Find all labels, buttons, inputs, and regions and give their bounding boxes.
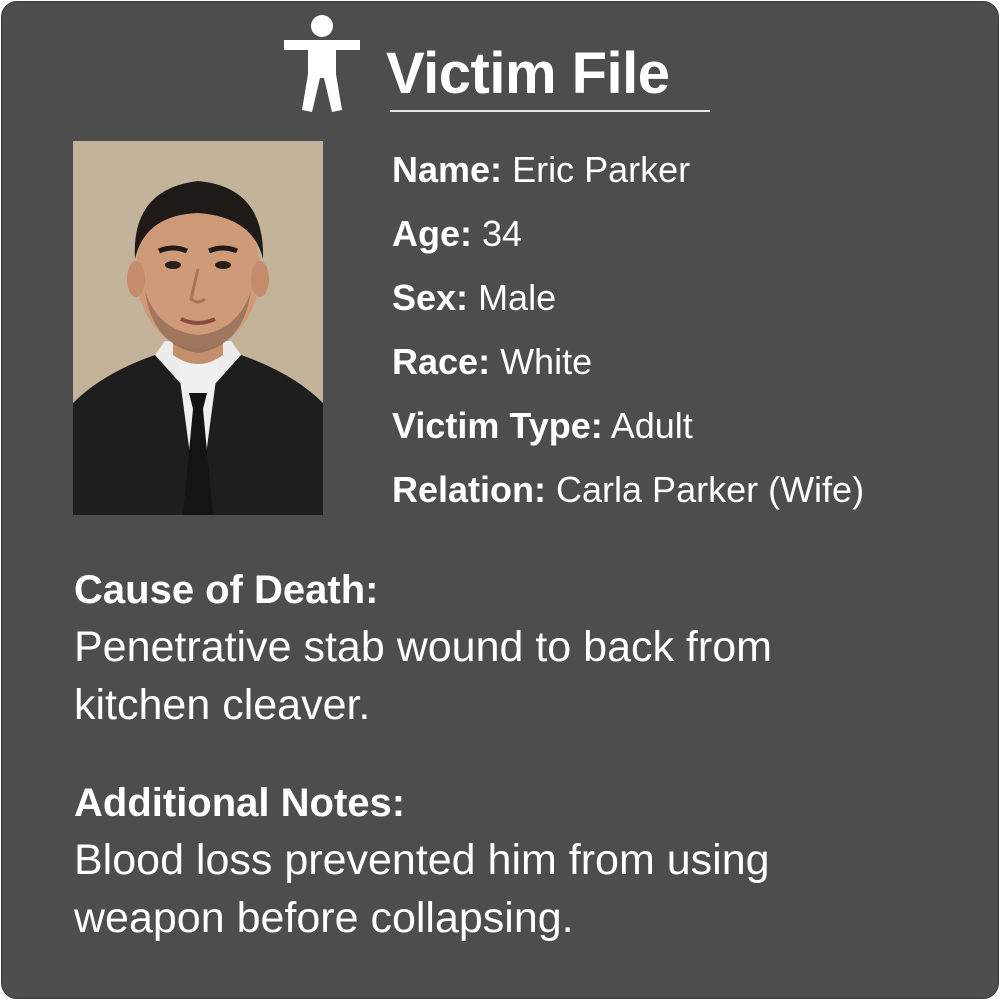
fact-label: Victim Type: xyxy=(392,405,603,446)
cause-of-death-section: Cause of Death: Penetrative stab wound t… xyxy=(74,562,954,734)
section-body-line: kitchen cleaver. xyxy=(74,681,371,729)
fact-sex: Sex: Male xyxy=(392,272,992,336)
section-heading: Cause of Death: xyxy=(74,568,379,612)
section-body-line: weapon before collapsing. xyxy=(74,894,574,942)
section-body-line: Penetrative stab wound to back from xyxy=(74,623,772,671)
page-title: Victim File xyxy=(386,41,670,106)
fact-relation: Relation: Carla Parker (Wife) xyxy=(392,464,992,528)
fact-value: White xyxy=(500,341,593,382)
fact-value: Carla Parker (Wife) xyxy=(556,469,865,510)
fact-label: Age: xyxy=(392,213,472,254)
title-underline xyxy=(390,110,710,112)
fact-value: Male xyxy=(478,277,557,318)
fact-age: Age: 34 xyxy=(392,208,992,272)
victim-photo xyxy=(73,141,323,515)
fact-label: Name: xyxy=(392,149,503,190)
fact-value: Eric Parker xyxy=(512,149,691,190)
fact-name: Name: Eric Parker xyxy=(392,144,992,208)
person-icon xyxy=(284,15,360,112)
section-body-line: Blood loss prevented him from using xyxy=(74,836,770,884)
fact-victim-type: Victim Type: Adult xyxy=(392,400,992,464)
header: Victim File xyxy=(282,12,722,116)
fact-value: 34 xyxy=(482,213,523,254)
fact-value: Adult xyxy=(610,405,693,446)
victim-portrait-image xyxy=(73,141,323,515)
additional-notes-section: Additional Notes: Blood loss prevented h… xyxy=(74,775,954,947)
section-heading: Additional Notes: xyxy=(74,781,406,825)
fact-label: Race: xyxy=(392,341,491,382)
fact-label: Sex: xyxy=(392,277,469,318)
fact-race: Race: White xyxy=(392,336,992,400)
fact-label: Relation: xyxy=(392,469,547,510)
victim-file-card: Victim File Name: Eric Parker Age: 34 Se… xyxy=(1,1,999,999)
victim-facts: Name: Eric Parker Age: 34 Sex: Male Race… xyxy=(392,144,992,528)
